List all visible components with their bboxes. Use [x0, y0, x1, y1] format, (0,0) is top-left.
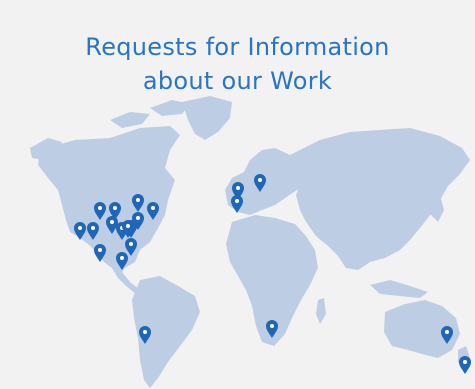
location-pin-icon	[459, 356, 471, 374]
landmasses	[30, 96, 470, 388]
land-indonesia	[370, 280, 428, 298]
land-arctic-islands	[110, 100, 190, 128]
land-greenland	[182, 96, 232, 140]
land-asia	[290, 128, 470, 270]
land-madagascar	[316, 298, 326, 324]
map-card: Requests for Information about our Work	[0, 0, 475, 389]
world-map	[30, 96, 471, 388]
